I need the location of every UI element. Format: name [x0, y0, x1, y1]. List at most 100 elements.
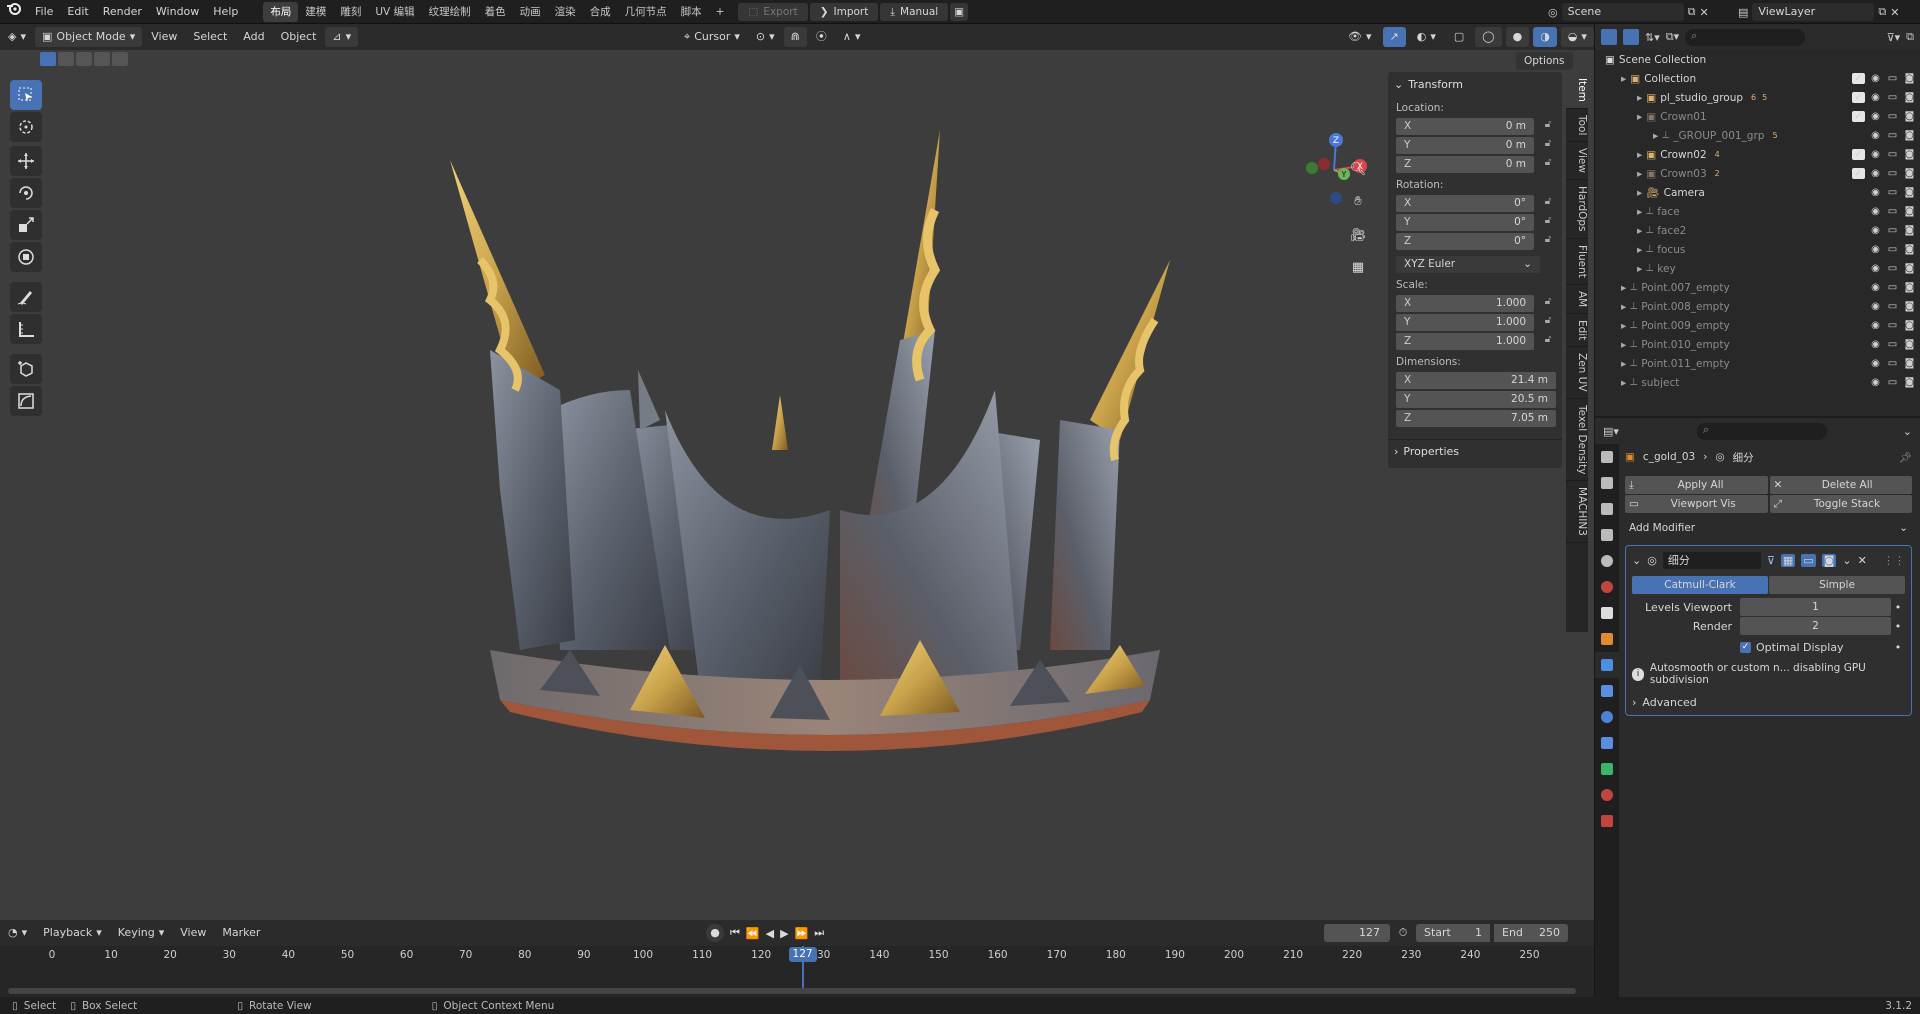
camera-render-icon[interactable]: ◙: [1903, 187, 1916, 198]
rotation-mode-dropdown[interactable]: XYZ Euler ⌄: [1396, 255, 1540, 273]
optimal-display-checkbox[interactable]: ✓ Optimal Display •: [1632, 641, 1905, 654]
tab-machin3[interactable]: MACHIN3: [1566, 481, 1588, 544]
rotation-x-field[interactable]: X 0°: [1396, 194, 1534, 212]
current-frame-field[interactable]: 127: [1324, 924, 1390, 942]
checkbox-icon[interactable]: [1852, 358, 1865, 369]
expand-arrow-icon[interactable]: ▸: [1637, 206, 1642, 218]
expand-arrow-icon[interactable]: ▸: [1621, 73, 1626, 85]
physics-tab[interactable]: [1595, 704, 1619, 730]
select-new-icon[interactable]: [40, 52, 56, 66]
expand-arrow-icon[interactable]: ▸: [1637, 111, 1642, 123]
export-button[interactable]: ⬚ Export: [738, 2, 808, 21]
eye-icon[interactable]: ◉: [1869, 225, 1882, 236]
object-tab[interactable]: [1595, 626, 1619, 652]
expand-arrow-icon[interactable]: ▸: [1621, 358, 1626, 370]
camera-render-icon[interactable]: ◙: [1903, 263, 1916, 274]
render-levels-field[interactable]: 2: [1740, 617, 1891, 635]
scene-selector[interactable]: ◎ Scene ⧉ ✕: [1548, 3, 1709, 21]
workspace-tab-layout[interactable]: 布局: [263, 2, 299, 22]
zoom-icon[interactable]: 🔍︎: [1347, 158, 1369, 180]
outliner-row[interactable]: ▸ ⟂ Point.009_empty ◉ ▭ ◙: [1595, 316, 1920, 335]
eye-icon[interactable]: ◉: [1869, 111, 1882, 122]
scale-x-field[interactable]: X 1.000: [1396, 294, 1534, 312]
monitor-icon[interactable]: ▭: [1886, 130, 1899, 141]
remove-scene-icon[interactable]: ✕: [1699, 6, 1708, 19]
tool-settings-tab[interactable]: [1595, 444, 1619, 470]
stopwatch-icon[interactable]: ⏱: [1394, 926, 1412, 940]
eye-icon[interactable]: ◉: [1869, 168, 1882, 179]
menu-timeline-view[interactable]: View: [173, 923, 213, 943]
eye-icon[interactable]: ◉: [1869, 377, 1882, 388]
timeline-scrollbar[interactable]: [8, 988, 1576, 994]
checkbox-icon[interactable]: [1852, 206, 1865, 217]
jump-end-icon[interactable]: ⏭: [814, 926, 824, 940]
start-frame-field[interactable]: Start 1: [1416, 924, 1490, 942]
filter-icon[interactable]: ⊽▾: [1887, 31, 1901, 44]
move-tool[interactable]: [10, 146, 42, 176]
add-workspace-button[interactable]: +: [709, 2, 732, 22]
gizmo-neg-y[interactable]: [1306, 162, 1318, 174]
checkbox-icon[interactable]: ✓: [1852, 149, 1865, 160]
monitor-icon[interactable]: ▭: [1886, 225, 1899, 236]
workspace-tab-geometry-nodes[interactable]: 几何节点: [618, 2, 674, 22]
chevron-down-icon[interactable]: ⌄: [1903, 425, 1912, 438]
expand-arrow-icon[interactable]: ▸: [1637, 244, 1642, 256]
monitor-icon[interactable]: ▭: [1886, 377, 1899, 388]
keyframe-dot-icon[interactable]: •: [1891, 641, 1905, 654]
monitor-icon[interactable]: ▭: [1886, 168, 1899, 179]
monitor-icon[interactable]: ▭: [1886, 92, 1899, 103]
cursor-tool[interactable]: [10, 112, 42, 142]
checkbox-icon[interactable]: [1852, 339, 1865, 350]
expand-arrow-icon[interactable]: ▸: [1637, 168, 1642, 180]
tab-item[interactable]: Item: [1566, 72, 1588, 109]
checkbox-icon[interactable]: [1852, 320, 1865, 331]
workspace-tab-shading[interactable]: 着色: [478, 2, 513, 22]
tab-am[interactable]: AM: [1566, 285, 1588, 314]
manual-button[interactable]: ⤓ Manual: [880, 2, 949, 21]
measure-tool[interactable]: [10, 314, 42, 344]
camera-render-icon[interactable]: ◙: [1903, 301, 1916, 312]
outliner-row[interactable]: ▸ ▣ Collection ✓ ◉ ▭ ◙: [1595, 69, 1920, 88]
select-subtract-icon[interactable]: [76, 52, 92, 66]
camera-render-icon[interactable]: ◙: [1903, 149, 1916, 160]
lock-icon[interactable]: 🔓︎: [1540, 196, 1556, 210]
viewport-vis-button[interactable]: ▭ Viewport Vis: [1625, 495, 1768, 513]
tab-edit[interactable]: Edit: [1566, 314, 1588, 348]
xray-toggle[interactable]: ▢: [1447, 27, 1471, 47]
outliner-row[interactable]: ▸ ⟂ Point.011_empty ◉ ▭ ◙: [1595, 354, 1920, 373]
checkbox-icon[interactable]: [1852, 130, 1865, 141]
checkbox-icon[interactable]: [1852, 301, 1865, 312]
expand-arrow-icon[interactable]: ▸: [1637, 149, 1642, 161]
custom-tool[interactable]: [10, 386, 42, 416]
camera-render-icon[interactable]: ◙: [1903, 111, 1916, 122]
expand-arrow-icon[interactable]: ▸: [1621, 282, 1626, 294]
texture-tab[interactable]: [1595, 808, 1619, 834]
add-cube-tool[interactable]: [10, 354, 42, 384]
advanced-section-header[interactable]: › Advanced: [1632, 696, 1905, 709]
camera-render-icon[interactable]: ◙: [1903, 244, 1916, 255]
chevron-down-icon[interactable]: ⌄: [1842, 554, 1851, 567]
screen-icon[interactable]: ▣: [950, 2, 969, 21]
simple-button[interactable]: Simple: [1769, 576, 1905, 594]
lock-icon[interactable]: 🔓︎: [1540, 157, 1556, 171]
eye-icon[interactable]: ◉: [1869, 263, 1882, 274]
play-reverse-icon[interactable]: ◀: [766, 927, 774, 940]
output-tab[interactable]: [1595, 496, 1619, 522]
chevron-down-icon[interactable]: ⌄: [1632, 554, 1641, 567]
prev-keyframe-icon[interactable]: ⏪: [746, 927, 760, 940]
render-tab[interactable]: [1595, 470, 1619, 496]
monitor-icon[interactable]: ▭: [1886, 73, 1899, 84]
particles-tab[interactable]: [1595, 678, 1619, 704]
menu-file[interactable]: File: [28, 0, 60, 24]
perspective-grid-icon[interactable]: ▦: [1347, 256, 1369, 278]
view-layer-selector[interactable]: ▤ ViewLayer ⧉ ✕: [1738, 3, 1899, 21]
outliner-row[interactable]: ▸ ▣ pl_studio_group 6 5 ✓ ◉ ▭ ◙: [1595, 88, 1920, 107]
dimensions-z-field[interactable]: Z 7.05 m: [1396, 409, 1556, 427]
menu-keying[interactable]: Keying ▾: [111, 923, 171, 943]
pivot-dropdown[interactable]: ⌖ Cursor ▾: [677, 27, 747, 47]
menu-view[interactable]: View: [144, 27, 184, 47]
close-icon[interactable]: ✕: [1858, 554, 1867, 567]
eye-icon[interactable]: ◉: [1869, 130, 1882, 141]
outliner-row[interactable]: ▸ ⟂ key ◉ ▭ ◙: [1595, 259, 1920, 278]
expand-arrow-icon[interactable]: ▸: [1637, 187, 1642, 199]
